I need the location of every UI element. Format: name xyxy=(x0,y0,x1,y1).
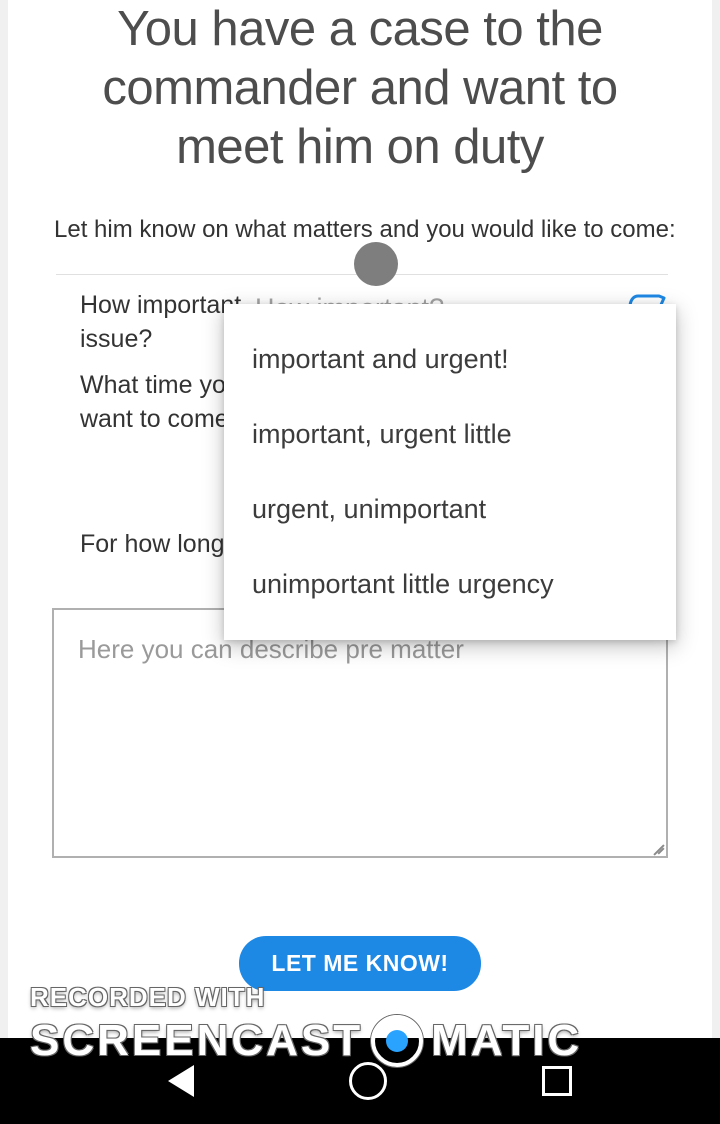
nav-home-icon[interactable] xyxy=(349,1062,387,1100)
page-border-left xyxy=(0,0,8,1038)
dropdown-option[interactable]: unimportant little urgency xyxy=(224,547,676,622)
resize-handle-icon[interactable] xyxy=(648,838,664,854)
divider xyxy=(56,274,668,275)
page-subtitle: Let him know on what matters and you wou… xyxy=(54,216,700,244)
dropdown-option[interactable]: important, urgent little xyxy=(224,397,676,472)
importance-dropdown: important and urgent! important, urgent … xyxy=(224,304,676,640)
page-border-right xyxy=(712,0,720,1038)
description-textarea[interactable]: Here you can describe pre matter xyxy=(52,608,668,858)
nav-back-icon[interactable] xyxy=(168,1065,194,1097)
android-navbar xyxy=(0,1038,720,1124)
nav-recent-icon[interactable] xyxy=(542,1066,572,1096)
page-title: You have a case to the commander and wan… xyxy=(50,0,670,176)
dropdown-option[interactable]: urgent, unimportant xyxy=(224,472,676,547)
submit-button[interactable]: LET ME KNOW! xyxy=(239,936,480,991)
dropdown-option[interactable]: important and urgent! xyxy=(224,322,676,397)
